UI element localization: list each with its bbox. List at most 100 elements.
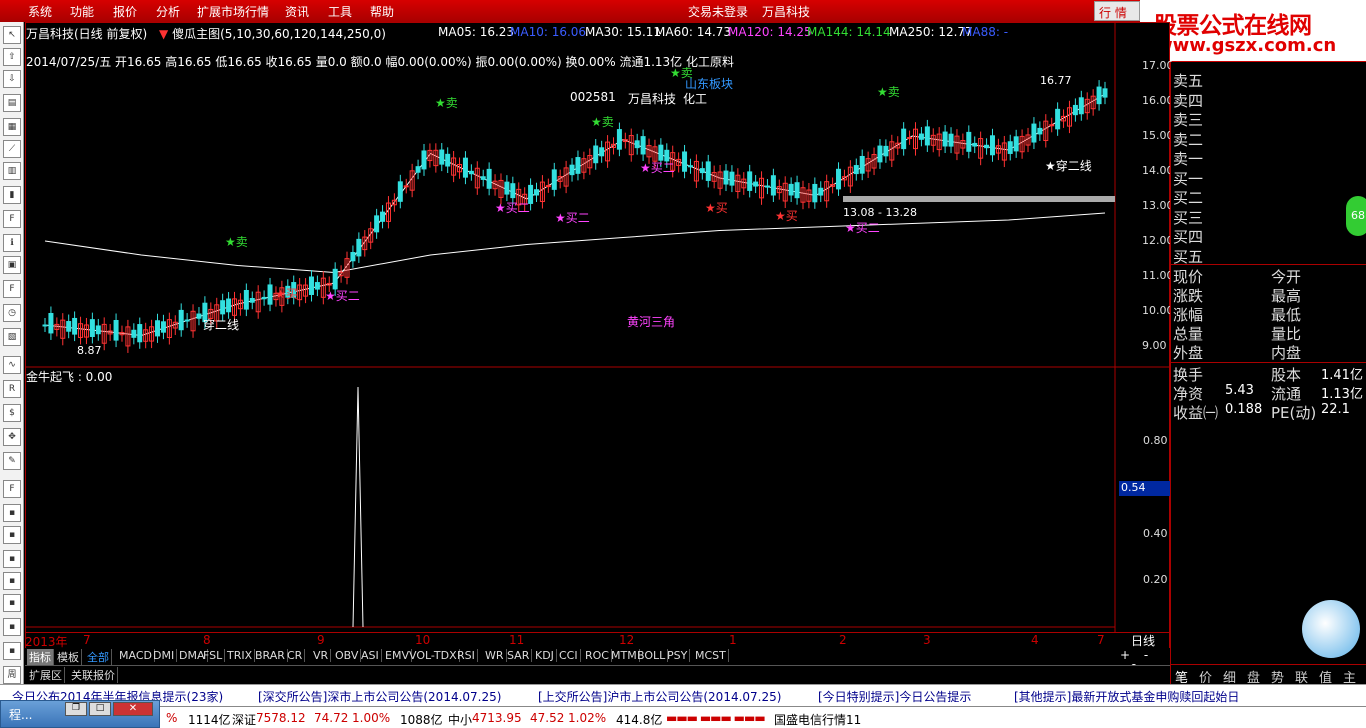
menu-extended-market[interactable]: 扩展市场行情: [197, 3, 269, 20]
arrow-up-icon[interactable]: ↖: [3, 26, 21, 44]
candle-body: [794, 182, 800, 199]
indicator-tab[interactable]: BOLL: [635, 649, 669, 662]
candle-body: [421, 150, 427, 170]
indicator-tab[interactable]: 全部: [85, 649, 112, 665]
indicator-tab[interactable]: TRIX: [225, 649, 256, 662]
news-item[interactable]: [其他提示]最新开放式基金申购赎回起始日: [1014, 688, 1239, 705]
arrow-down-icon[interactable]: ⇩: [3, 70, 21, 88]
indicator-tab[interactable]: FSL: [201, 649, 226, 662]
minimized-window[interactable]: 程... ❐ □ ✕: [0, 700, 160, 728]
indicator-tab[interactable]: ROC: [583, 649, 612, 662]
indicator-tab[interactable]: CR: [285, 649, 306, 662]
tab-related-quote[interactable]: 关联报价: [69, 667, 118, 683]
candle-body: [249, 298, 255, 303]
tab-expand-area[interactable]: 扩展区: [27, 667, 65, 683]
candle-body: [462, 157, 468, 178]
tool-icon[interactable]: ▪: [3, 572, 21, 590]
clock-icon[interactable]: ◷: [3, 304, 21, 322]
indicator-tab[interactable]: MCST: [693, 649, 729, 662]
tool-icon[interactable]: ▪: [3, 526, 21, 544]
indicator-tab[interactable]: PSY: [665, 649, 691, 662]
move-icon[interactable]: ✥: [3, 428, 21, 446]
order-book-row[interactable]: 卖五: [1173, 70, 1203, 91]
tool-icon[interactable]: ▪: [3, 642, 21, 660]
close-icon[interactable]: ✕: [113, 702, 153, 716]
order-book-row[interactable]: 买三: [1173, 207, 1203, 228]
tool-icon[interactable]: ▪: [3, 618, 21, 636]
order-book-row[interactable]: 买四: [1173, 226, 1203, 247]
news-item[interactable]: [深交所公告]深市上市公司公告(2014.07.25): [258, 688, 501, 705]
period-icon[interactable]: 周: [3, 666, 21, 684]
candle-body: [72, 317, 78, 335]
zoom-in-button[interactable]: +: [1120, 648, 1130, 662]
f2-icon[interactable]: F: [3, 280, 21, 298]
candle-body: [48, 312, 54, 334]
indicator-tab[interactable]: KDJ: [533, 649, 557, 662]
indicator-tab[interactable]: CCI: [557, 649, 581, 662]
stat-label: 净资: [1173, 385, 1204, 403]
quote-label: 涨跌: [1173, 287, 1204, 305]
menu-quote[interactable]: 报价: [113, 3, 137, 20]
wave-icon[interactable]: ∿: [3, 356, 21, 374]
indicator-tab[interactable]: OBV: [333, 649, 362, 662]
indicator-tab[interactable]: VR: [311, 649, 332, 662]
indicator-tab[interactable]: SAR: [505, 649, 533, 662]
news-item[interactable]: [今日特别提示]今日公告提示: [818, 688, 971, 705]
restore-icon[interactable]: ❐: [65, 702, 87, 716]
tool-icon[interactable]: ▪: [3, 594, 21, 612]
menu-function[interactable]: 功能: [70, 3, 94, 20]
menu-system[interactable]: 系统: [28, 3, 52, 20]
order-book-row[interactable]: 卖三: [1173, 109, 1203, 130]
indicator-tab[interactable]: VOL-TDX: [407, 649, 460, 662]
line-chart-icon[interactable]: ⟋: [3, 140, 21, 158]
period-label[interactable]: 日线: [1131, 632, 1155, 649]
indicator-tab[interactable]: BRAR: [253, 649, 288, 662]
order-book-row[interactable]: 卖一: [1173, 148, 1203, 169]
calendar-icon[interactable]: ▣: [3, 256, 21, 274]
menu-help[interactable]: 帮助: [370, 3, 394, 20]
menu-analysis[interactable]: 分析: [156, 3, 180, 20]
candle-body: [664, 149, 670, 162]
info-icon[interactable]: ℹ: [3, 234, 21, 252]
maximize-icon[interactable]: □: [89, 702, 111, 716]
candle-body: [687, 165, 693, 168]
news-item[interactable]: [上交所公告]沪市上市公司公告(2014.07.25): [538, 688, 781, 705]
candle-icon[interactable]: ▮: [3, 186, 21, 204]
order-book-row[interactable]: 买二: [1173, 187, 1203, 208]
login-status[interactable]: 交易未登录: [688, 3, 748, 20]
menu-tools[interactable]: 工具: [328, 3, 352, 20]
zx-amount: 414.8亿: [616, 713, 663, 727]
money-icon[interactable]: $: [3, 404, 21, 422]
grid-icon[interactable]: ▦: [3, 118, 21, 136]
candle-body: [350, 252, 356, 262]
bird-logo-icon[interactable]: [1302, 600, 1360, 658]
f10-icon[interactable]: F: [3, 210, 21, 228]
server-name[interactable]: 国盛电信行情11: [774, 711, 861, 728]
rsi-icon[interactable]: R: [3, 380, 21, 398]
chart-icon[interactable]: ▧: [3, 328, 21, 346]
pencil-icon[interactable]: ✎: [3, 452, 21, 470]
tool-icon[interactable]: ▪: [3, 550, 21, 568]
arrow-up-icon[interactable]: ⇧: [3, 48, 21, 66]
quote-window-button[interactable]: 行 情: [1094, 1, 1140, 21]
order-book-row[interactable]: 卖四: [1173, 90, 1203, 111]
candle-body: [569, 164, 575, 176]
order-book-row[interactable]: 卖二: [1173, 129, 1203, 150]
order-book-row[interactable]: 买一: [1173, 168, 1203, 189]
report-icon[interactable]: ▤: [3, 94, 21, 112]
indicator-tab[interactable]: 模板: [55, 649, 82, 665]
indicator-tab[interactable]: RSI: [455, 649, 478, 662]
indicator-tab[interactable]: WR: [483, 649, 507, 662]
chart-area[interactable]: 万昌科技(日线 前复权) ▼ 傻瓜主图(5,10,30,60,120,144,2…: [25, 22, 1174, 658]
candle-body: [480, 176, 486, 180]
zoom-out-button[interactable]: -: [1144, 648, 1148, 662]
badge-bubble[interactable]: 68: [1346, 196, 1366, 236]
indicator-tab[interactable]: 指标: [27, 649, 54, 665]
tool-icon[interactable]: ▪: [3, 504, 21, 522]
indicator-tab[interactable]: DMI: [151, 649, 178, 662]
indicator-tab[interactable]: ASI: [359, 649, 382, 662]
menu-news[interactable]: 资讯: [285, 3, 309, 20]
bar-chart-icon[interactable]: ▥: [3, 162, 21, 180]
f5-icon[interactable]: F: [3, 480, 21, 498]
indicator-tab[interactable]: MACD: [117, 649, 155, 662]
